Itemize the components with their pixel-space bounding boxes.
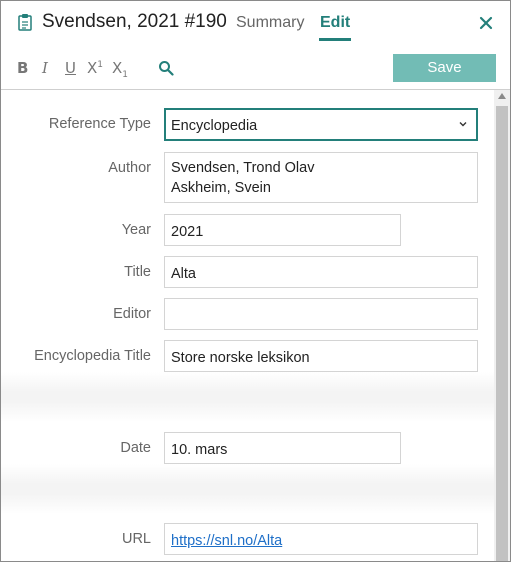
bold-button[interactable]: B xyxy=(17,59,28,77)
author-line-2: Askheim, Svein xyxy=(171,180,271,196)
editor-field[interactable] xyxy=(164,298,478,330)
chevron-down-icon xyxy=(459,122,467,127)
underline-button[interactable]: U xyxy=(65,59,76,77)
author-field[interactable]: Svendsen, Trond Olav Askheim, Svein xyxy=(164,152,478,203)
reference-editor-panel: Svendsen, 2021 #190 Summary Edit B I U X… xyxy=(0,0,511,562)
reference-form: Reference Type Encyclopedia Author Svend… xyxy=(1,90,494,561)
date-value: 10. mars xyxy=(171,442,228,458)
superscript-button[interactable]: X1 xyxy=(87,59,103,77)
title-label: Title xyxy=(124,264,151,280)
superscript-mark: 1 xyxy=(97,60,104,70)
subscript-mark: 1 xyxy=(122,70,129,80)
date-label: Date xyxy=(120,440,151,456)
faded-field-row xyxy=(1,372,494,422)
editor-label: Editor xyxy=(113,306,151,322)
year-field[interactable]: 2021 xyxy=(164,214,401,246)
italic-button[interactable]: I xyxy=(42,59,48,77)
url-link[interactable]: https://snl.no/Alta xyxy=(171,533,282,549)
clipboard-icon xyxy=(18,14,32,31)
subscript-letter: X xyxy=(112,59,123,77)
panel-header: Svendsen, 2021 #190 Summary Edit xyxy=(1,1,510,47)
url-label: URL xyxy=(121,531,151,547)
save-button[interactable]: Save xyxy=(393,54,496,82)
reference-type-select[interactable]: Encyclopedia xyxy=(164,108,478,141)
faded-field-row xyxy=(1,464,494,514)
formatting-toolbar: B I U X1 X1 Save xyxy=(1,47,510,89)
year-label: Year xyxy=(121,222,151,238)
author-line-1: Svendsen, Trond Olav xyxy=(171,160,315,176)
reference-title: Svendsen, 2021 #190 xyxy=(42,11,227,32)
encyclopedia-title-value: Store norske leksikon xyxy=(171,350,310,366)
reference-type-value: Encyclopedia xyxy=(171,118,258,134)
encyclopedia-title-field[interactable]: Store norske leksikon xyxy=(164,340,478,372)
superscript-letter: X xyxy=(87,59,98,77)
scroll-up-arrow-icon[interactable] xyxy=(498,93,506,99)
search-icon[interactable] xyxy=(158,60,174,76)
date-field[interactable]: 10. mars xyxy=(164,432,401,464)
tab-summary[interactable]: Summary xyxy=(236,14,304,32)
author-label: Author xyxy=(108,160,151,176)
reference-type-label: Reference Type xyxy=(48,116,151,132)
scrollbar-thumb[interactable] xyxy=(496,106,508,561)
active-tab-indicator xyxy=(319,38,351,41)
close-icon[interactable] xyxy=(477,14,495,32)
subscript-button[interactable]: X1 xyxy=(112,59,128,80)
title-value: Alta xyxy=(171,266,196,282)
url-field[interactable]: https://snl.no/Alta xyxy=(164,523,478,555)
encyclopedia-title-label: Encyclopedia Title xyxy=(34,348,151,364)
vertical-scrollbar[interactable] xyxy=(494,90,510,561)
title-field[interactable]: Alta xyxy=(164,256,478,288)
tab-edit[interactable]: Edit xyxy=(320,14,350,32)
year-value: 2021 xyxy=(171,224,204,240)
